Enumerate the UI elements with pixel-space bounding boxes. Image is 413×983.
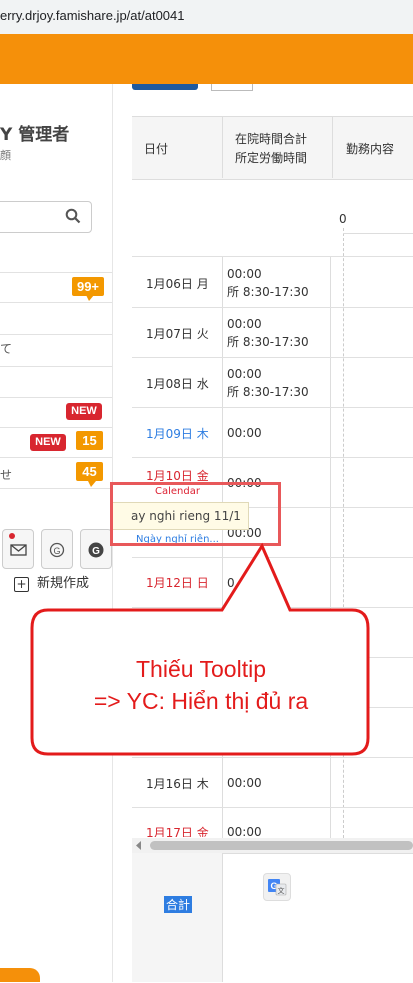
annotation-line-2: => YC: Hiển thị đủ ra (93, 688, 309, 714)
annotation-text: Thiếu Tooltip => YC: Hiển thị đủ ra (36, 653, 366, 717)
callout-bubble (30, 542, 370, 756)
annotation-callout (30, 542, 370, 756)
annotation-line-1: Thiếu Tooltip (136, 656, 266, 682)
